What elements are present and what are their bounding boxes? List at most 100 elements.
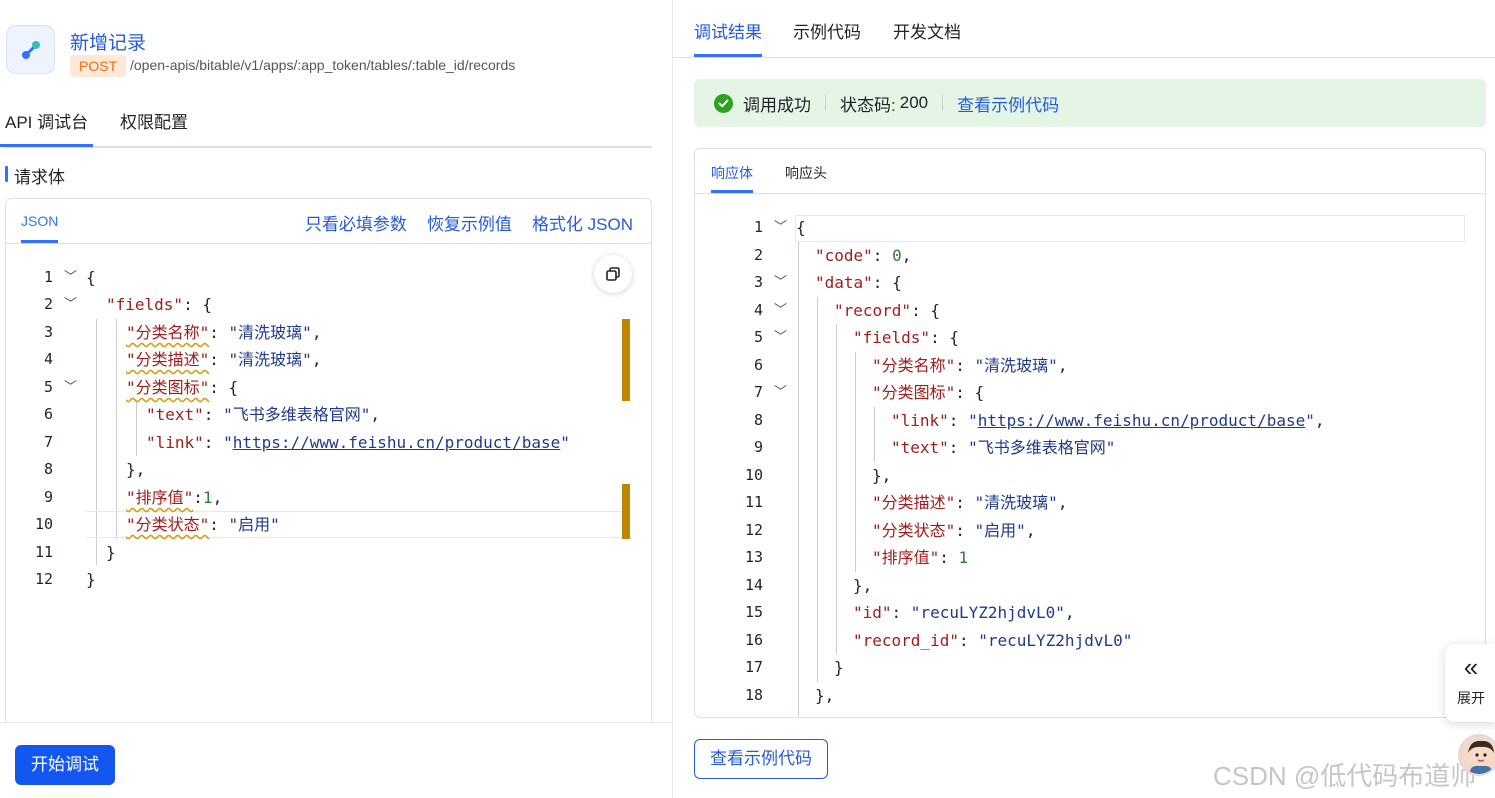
editor-actions: 只看必填参数 恢复示例值 格式化 JSON (305, 210, 633, 235)
code-line: "text": "飞书多维表格官网" (891, 438, 1116, 457)
indent-guide (855, 352, 856, 572)
copy-button[interactable] (594, 255, 632, 293)
code-line: "link": "https://www.feishu.cn/product/b… (891, 411, 1325, 430)
fold-chevron-icon[interactable]: ﹀ (774, 269, 787, 296)
format-json-button[interactable]: 格式化 JSON (532, 210, 633, 235)
fold-chevron-icon[interactable]: ﹀ (774, 214, 787, 241)
code-line: "data": { (815, 273, 902, 292)
tab-debug-result[interactable]: 调试结果 (694, 18, 762, 57)
restore-example-button[interactable]: 恢复示例值 (427, 210, 512, 235)
code-line: "分类名称": "清洗玻璃", (872, 356, 1068, 375)
code-line: }, (872, 466, 892, 485)
code-link[interactable]: https://www.feishu.cn/product/base (233, 433, 561, 452)
line-number: 9 (43, 488, 53, 506)
copy-icon (606, 267, 620, 281)
indent-guide (836, 324, 837, 654)
code-line: "分类名称": "清洗玻璃", (126, 323, 322, 342)
line-number: 12 (744, 521, 763, 539)
tab-permissions[interactable]: 权限配置 (120, 108, 188, 133)
change-marker (622, 319, 630, 401)
view-sample-code-button[interactable]: 查看示例代码 (694, 739, 828, 779)
line-number: 2 (753, 246, 763, 264)
indent-guide (116, 319, 117, 539)
line-number: 7 (43, 433, 53, 451)
line-number: 4 (753, 301, 763, 319)
code-line: "分类状态": "启用" (126, 515, 280, 534)
fold-chevron-icon[interactable]: ﹀ (774, 324, 787, 351)
api-path: /open-apis/bitable/v1/apps/:app_token/ta… (130, 57, 516, 73)
tab-json[interactable]: JSON (21, 213, 59, 243)
response-viewer: 响应体 响应头 1 2 3 4 5 6 7 8 9 10 11 12 13 14… (694, 148, 1486, 718)
code-line: "code": 0, (815, 246, 912, 265)
indent-guide (136, 401, 137, 456)
line-number: 17 (744, 658, 763, 676)
change-marker (622, 484, 630, 539)
avatar[interactable] (1458, 734, 1495, 776)
fold-chevron-icon[interactable]: ﹀ (64, 291, 77, 318)
code-line: }, (815, 686, 835, 705)
code-line: "record_id": "recuLYZ2hjdvL0" (853, 631, 1133, 650)
line-number: 6 (753, 356, 763, 374)
status-code-label: 状态码: (840, 95, 896, 115)
line-number: 3 (753, 273, 763, 291)
code-line: "分类图标": { (872, 383, 985, 402)
expand-button[interactable]: « 展开 (1445, 644, 1495, 722)
divider (825, 95, 826, 111)
tab-dev-docs[interactable]: 开发文档 (893, 18, 961, 43)
code-line: }, (126, 460, 146, 479)
code-link[interactable]: https://www.feishu.cn/product/base (978, 411, 1306, 430)
line-number: 5 (753, 328, 763, 346)
expand-label: 展开 (1457, 690, 1485, 706)
status-message: 调用成功 (743, 95, 811, 115)
line-number: 14 (744, 576, 763, 594)
request-editor: JSON 只看必填参数 恢复示例值 格式化 JSON (5, 198, 652, 728)
indent-guide (817, 297, 818, 682)
tab-response-body[interactable]: 响应体 (711, 163, 753, 193)
double-chevron-left-icon: « (1463, 652, 1479, 682)
tab-sample-code[interactable]: 示例代码 (793, 18, 861, 43)
fold-chevron-icon[interactable]: ﹀ (64, 374, 77, 401)
line-number: 15 (744, 603, 763, 621)
code-line: "link": "https://www.feishu.cn/product/b… (146, 433, 570, 452)
code-line: "fields": { (106, 295, 212, 314)
line-number: 13 (744, 548, 763, 566)
line-number: 9 (753, 438, 763, 456)
fold-chevron-icon[interactable]: ﹀ (774, 297, 787, 324)
right-tabs: 调试结果 示例代码 开发文档 (673, 0, 1495, 58)
code-line: "fields": { (853, 328, 959, 347)
fold-chevron-icon[interactable]: ﹀ (64, 264, 77, 291)
line-number: 6 (43, 405, 53, 423)
divider (942, 95, 944, 111)
code-line: "分类状态": "启用", (872, 521, 1036, 540)
code-line: "分类图标": { (126, 378, 239, 397)
line-number: 11 (34, 543, 53, 561)
code-line: "分类描述": "清洗玻璃", (872, 493, 1068, 512)
tab-api-console[interactable]: API 调试台 (0, 108, 94, 147)
line-number: 5 (43, 378, 53, 396)
line-number: 18 (744, 686, 763, 704)
status-code-value: 200 (899, 93, 929, 112)
code-line: "id": "recuLYZ2hjdvL0", (853, 603, 1075, 622)
http-method-badge: POST (70, 55, 127, 77)
code-line: } (834, 658, 844, 677)
line-number: 10 (34, 515, 53, 533)
start-debug-button[interactable]: 开始调试 (15, 745, 115, 785)
line-number: 10 (744, 466, 763, 484)
line-number: 3 (43, 323, 53, 341)
line-number: 1 (43, 268, 53, 286)
line-number: 12 (34, 570, 53, 588)
fold-chevron-icon[interactable]: ﹀ (774, 379, 787, 406)
line-number: 1 (753, 218, 763, 236)
api-icon (6, 25, 55, 74)
left-footer: 开始调试 (0, 722, 672, 798)
status-bar: 调用成功 状态码: 200 查看示例代码 (694, 79, 1486, 127)
required-only-button[interactable]: 只看必填参数 (305, 210, 407, 235)
indent-guide (798, 242, 799, 717)
code-line: { (86, 268, 96, 287)
watermark: CSDN @低代码布道师 (1213, 761, 1477, 791)
response-tabs: 响应体 响应头 (695, 149, 1485, 194)
current-line-highlight (795, 215, 1465, 242)
tab-response-headers[interactable]: 响应头 (785, 163, 827, 183)
result-panel: 调试结果 示例代码 开发文档 调用成功 状态码: 200 查看示例代码 响应体 … (672, 0, 1495, 798)
view-sample-code-link[interactable]: 查看示例代码 (957, 91, 1059, 116)
